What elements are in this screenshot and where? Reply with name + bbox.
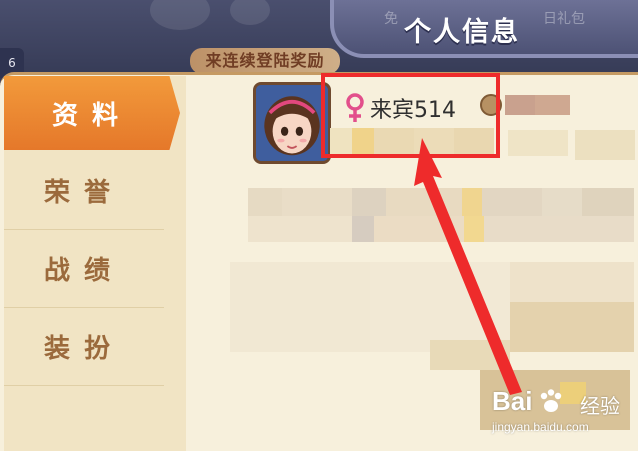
watermark-suffix: 经验 — [580, 394, 620, 418]
tab-dressup[interactable]: 装扮 — [4, 308, 164, 386]
watermark-brand: Bai — [492, 386, 533, 416]
baidu-watermark: Bai 经验 jingyan.baidu.com — [488, 384, 638, 444]
tab-label: 资料 — [51, 100, 132, 131]
avatar-girl-image — [256, 85, 328, 161]
tab-label: 战绩 — [43, 256, 124, 286]
title-sub-left: 免 — [384, 11, 398, 27]
page-title: 个人信息 — [404, 17, 520, 48]
tab-label: 装扮 — [43, 334, 124, 364]
avatar[interactable] — [253, 82, 331, 164]
tab-profile[interactable]: 资料 — [4, 76, 180, 150]
watermark-url: jingyan.baidu.com — [492, 420, 589, 434]
tab-label: 荣誉 — [43, 178, 124, 208]
highlight-box — [321, 73, 500, 158]
title-sub-right: 日礼包 — [543, 11, 585, 27]
tab-record[interactable]: 战绩 — [4, 230, 164, 308]
sidebar: 资料 荣誉 战绩 装扮 — [4, 76, 186, 451]
backdrop-decoration — [230, 0, 270, 25]
title-tab: 免 日礼包 个人信息 — [330, 0, 638, 58]
tab-honor[interactable]: 荣誉 — [4, 152, 164, 230]
backdrop-decoration — [150, 0, 210, 30]
login-reward-banner: 来连续登陆奖励 — [190, 48, 340, 74]
paw-icon — [540, 389, 562, 412]
